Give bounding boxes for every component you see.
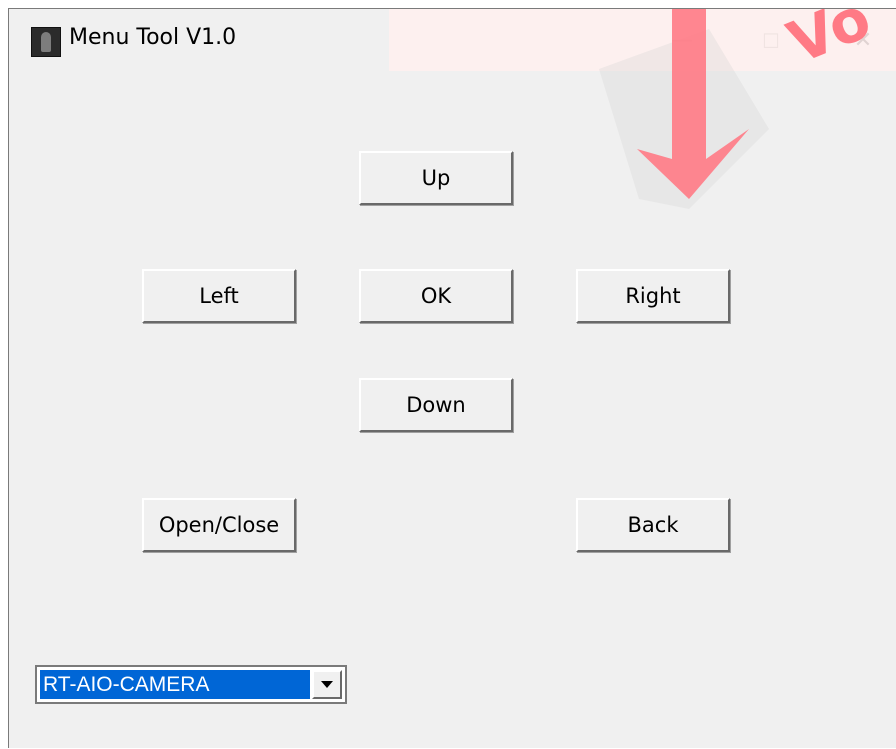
device-select-value[interactable]: RT-AIO-CAMERA <box>40 670 310 699</box>
device-select[interactable]: RT-AIO-CAMERA <box>35 665 347 704</box>
close-button[interactable]: ✕ <box>845 23 881 59</box>
back-button[interactable]: Back <box>576 498 730 552</box>
maximize-button[interactable]: ☐ <box>753 23 789 59</box>
left-button[interactable]: Left <box>142 269 296 323</box>
app-icon <box>31 27 61 57</box>
app-window: Menu Tool V1.0 — ☐ ✕ Vo Up Left OK Right… <box>8 8 896 748</box>
minimize-button[interactable]: — <box>664 23 700 59</box>
up-button[interactable]: Up <box>359 151 513 205</box>
window-title: Menu Tool V1.0 <box>69 25 237 50</box>
dropdown-button[interactable] <box>312 670 342 699</box>
open-close-button[interactable]: Open/Close <box>142 498 296 552</box>
down-button[interactable]: Down <box>359 378 513 432</box>
ok-button[interactable]: OK <box>359 269 513 323</box>
chevron-down-icon <box>321 680 333 688</box>
right-button[interactable]: Right <box>576 269 730 323</box>
title-bar[interactable]: Menu Tool V1.0 — ☐ ✕ <box>9 9 896 75</box>
